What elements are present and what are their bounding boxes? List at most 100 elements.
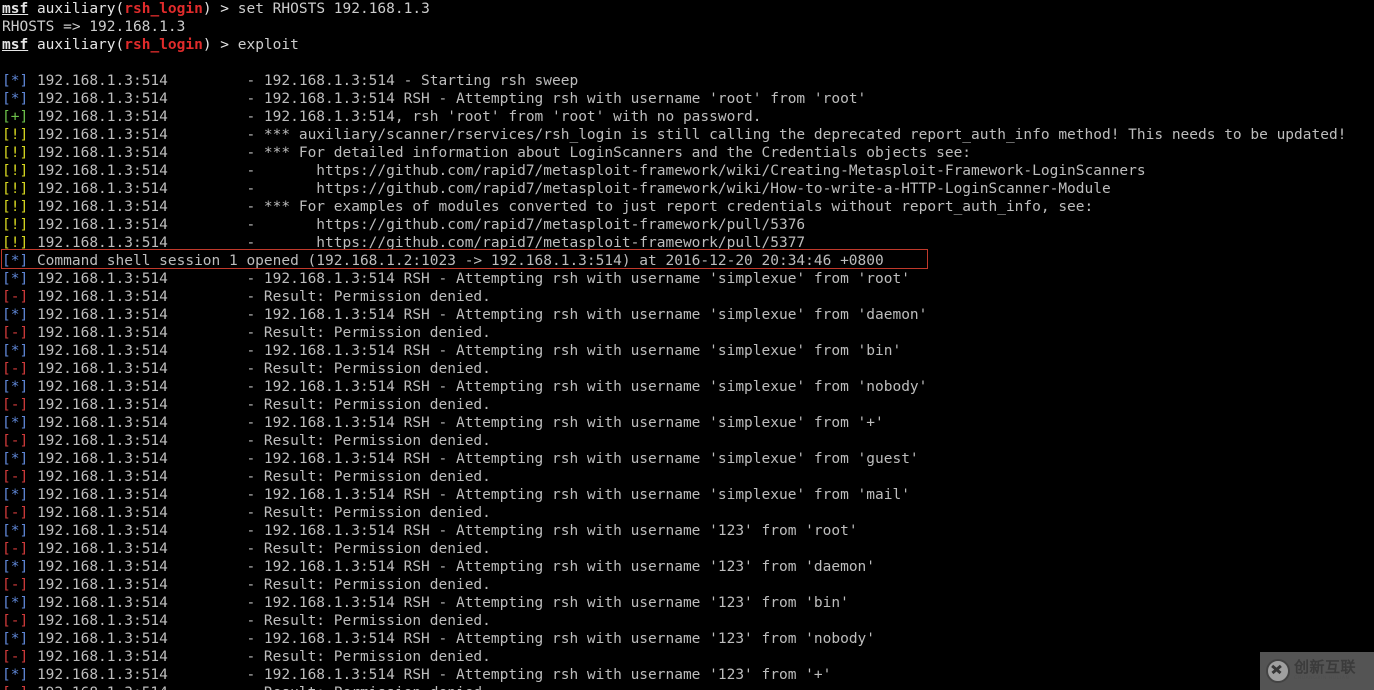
log-separator: - xyxy=(246,595,264,611)
log-line: [-] 192.168.1.3:514 - Result: Permission… xyxy=(2,432,1374,450)
log-host: 192.168.1.3:514 xyxy=(36,289,247,305)
log-message: *** For detailed information about Login… xyxy=(263,145,972,161)
log-separator: - xyxy=(246,523,264,539)
log-level-tag: [*] xyxy=(2,523,29,539)
log-level-tag: [*] xyxy=(2,343,29,359)
log-host: 192.168.1.3:514 xyxy=(36,73,247,89)
log-line: [*] 192.168.1.3:514 - 192.168.1.3:514 RS… xyxy=(2,306,1374,324)
log-host: 192.168.1.3:514 xyxy=(36,487,247,503)
log-message: *** For examples of modules converted to… xyxy=(263,199,1094,215)
log-separator: - xyxy=(246,505,264,521)
log-line: [*] 192.168.1.3:514 - 192.168.1.3:514 RS… xyxy=(2,270,1374,288)
log-message: 192.168.1.3:514 RSH - Attempting rsh wit… xyxy=(263,631,876,647)
log-separator: - xyxy=(246,469,264,485)
log-separator: - xyxy=(246,91,264,107)
log-message: https://github.com/rapid7/metasploit-fra… xyxy=(263,235,806,251)
log-level-tag: [*] xyxy=(2,451,29,467)
prompt-line: msf auxiliary(rsh_login) > exploit xyxy=(2,36,1374,54)
log-separator: - xyxy=(246,397,264,413)
log-level-tag: [*] xyxy=(2,667,29,683)
log-separator: - xyxy=(246,217,264,233)
log-message: 192.168.1.3:514 RSH - Attempting rsh wit… xyxy=(263,595,849,611)
log-message: Command shell session 1 opened (192.168.… xyxy=(36,253,884,269)
log-line: [-] 192.168.1.3:514 - Result: Permission… xyxy=(2,468,1374,486)
log-level-tag: [-] xyxy=(2,325,29,341)
watermark: 创新互联 CHUANGXIN HULIAN xyxy=(1260,652,1374,690)
log-message: Result: Permission denied. xyxy=(263,433,491,449)
log-level-tag: [*] xyxy=(2,415,29,431)
log-line: [-] 192.168.1.3:514 - Result: Permission… xyxy=(2,576,1374,594)
log-line: [-] 192.168.1.3:514 - Result: Permission… xyxy=(2,504,1374,522)
log-separator: - xyxy=(246,109,264,125)
command-output-line: RHOSTS => 192.168.1.3 xyxy=(2,18,1374,36)
log-message: Result: Permission denied. xyxy=(263,649,491,665)
log-line: [-] 192.168.1.3:514 - Result: Permission… xyxy=(2,324,1374,342)
log-level-tag: [!] xyxy=(2,235,29,251)
log-separator: - xyxy=(246,163,264,179)
log-host: 192.168.1.3:514 xyxy=(36,595,247,611)
log-separator: - xyxy=(246,649,264,665)
log-separator: - xyxy=(246,685,263,690)
log-separator: - xyxy=(246,361,264,377)
log-level-tag: [*] xyxy=(2,631,29,647)
log-host: 192.168.1.3:514 xyxy=(36,415,247,431)
log-level-tag: [-] xyxy=(2,649,29,665)
log-level-tag: [-] xyxy=(2,577,29,593)
terminal-window[interactable]: msf auxiliary(rsh_login) > set RHOSTS 19… xyxy=(0,0,1374,690)
watermark-logo-icon xyxy=(1266,659,1290,683)
log-host: 192.168.1.3:514 xyxy=(36,433,247,449)
log-host: 192.168.1.3:514 xyxy=(36,559,247,575)
log-level-tag: [*] xyxy=(2,559,29,575)
log-separator: - xyxy=(246,613,264,629)
log-line: [*] 192.168.1.3:514 - 192.168.1.3:514 - … xyxy=(2,72,1374,90)
log-message: Result: Permission denied. xyxy=(263,325,491,341)
log-host: 192.168.1.3:514 xyxy=(36,505,247,521)
log-level-tag: [!] xyxy=(2,145,29,161)
log-level-tag: [-] xyxy=(2,613,29,629)
log-line: [*] 192.168.1.3:514 - 192.168.1.3:514 RS… xyxy=(2,414,1374,432)
log-host: 192.168.1.3:514 xyxy=(36,379,247,395)
log-message: 192.168.1.3:514 RSH - Attempting rsh wit… xyxy=(263,523,858,539)
log-host: 192.168.1.3:514 xyxy=(36,181,247,197)
log-level-tag: [*] xyxy=(2,73,29,89)
log-separator: - xyxy=(246,667,264,683)
log-level-tag: [*] xyxy=(2,379,29,395)
log-line: [*] 192.168.1.3:514 - 192.168.1.3:514 RS… xyxy=(2,594,1374,612)
log-line: [*] 192.168.1.3:514 - 192.168.1.3:514 RS… xyxy=(2,450,1374,468)
log-level-tag: [*] xyxy=(2,487,29,503)
log-separator: - xyxy=(246,289,264,305)
log-host: 192.168.1.3:514 xyxy=(36,667,247,683)
log-host: 192.168.1.3:514 xyxy=(36,235,247,251)
log-line: [-] 192.168.1.3:514 - Result: Permission… xyxy=(2,396,1374,414)
prompt-command-text: set RHOSTS 192.168.1.3 xyxy=(237,1,430,17)
watermark-text: 创新互联 CHUANGXIN HULIAN xyxy=(1294,660,1356,682)
log-level-tag: [+] xyxy=(2,109,29,125)
log-line: [*] 192.168.1.3:514 - 192.168.1.3:514 RS… xyxy=(2,378,1374,396)
log-level-tag: [-] xyxy=(2,361,29,377)
log-level-tag: [*] xyxy=(2,271,29,287)
prompt-command-text: exploit xyxy=(237,37,299,53)
log-host: 192.168.1.3:514 xyxy=(36,469,247,485)
log-message: Result: Permission denied. xyxy=(263,505,491,521)
log-message: 192.168.1.3:514 RSH - Attempting rsh wit… xyxy=(263,451,919,467)
log-level-tag: [-] xyxy=(2,289,29,305)
log-line: [!] 192.168.1.3:514 - https://github.com… xyxy=(2,216,1374,234)
log-message: Result: Permission denied. xyxy=(263,361,491,377)
prompt-module-name: rsh_login xyxy=(124,37,203,53)
log-message: https://github.com/rapid7/metasploit-fra… xyxy=(263,217,806,233)
log-host: 192.168.1.3:514 xyxy=(36,523,247,539)
log-separator: - xyxy=(246,271,264,287)
log-line: [*] 192.168.1.3:514 - 192.168.1.3:514 RS… xyxy=(2,342,1374,360)
log-message: Result: Permission denied. xyxy=(263,577,491,593)
log-message: 192.168.1.3:514, rsh 'root' from 'root' … xyxy=(263,109,762,125)
log-level-tag: [!] xyxy=(2,127,29,143)
prompt-auxiliary-label: auxiliary( xyxy=(36,37,125,53)
log-line: [!] 192.168.1.3:514 - https://github.com… xyxy=(2,162,1374,180)
log-line: [-] 192.168.1.3:514 - Result: Permission… xyxy=(2,540,1374,558)
log-line: [*] 192.168.1.3:514 - 192.168.1.3:514 RS… xyxy=(2,630,1374,648)
log-message: Result: Permission denied. xyxy=(263,469,491,485)
prompt-module-name: rsh_login xyxy=(124,1,203,17)
log-separator: - xyxy=(246,235,264,251)
log-message: 192.168.1.3:514 RSH - Attempting rsh wit… xyxy=(263,91,867,107)
